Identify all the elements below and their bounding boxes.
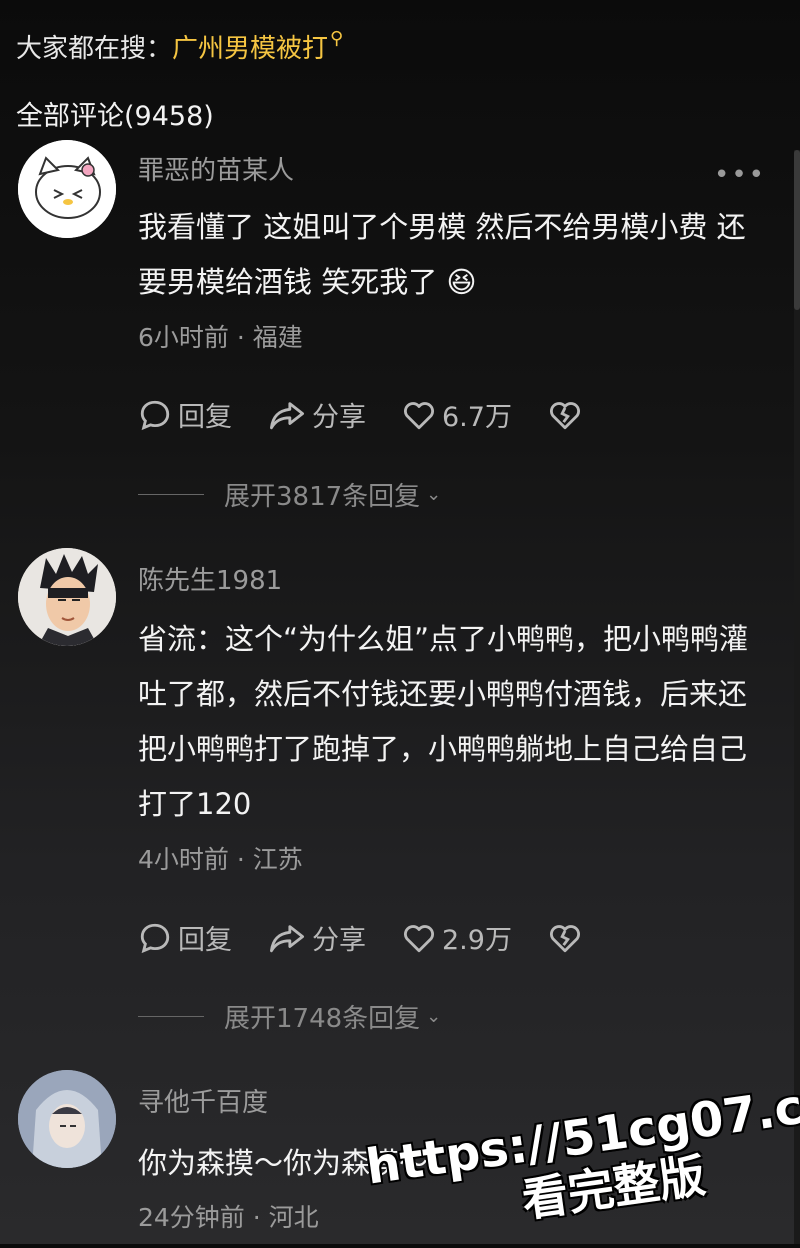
comment-bubble-icon — [140, 923, 170, 953]
comment-meta: 6小时前 · 福建 — [138, 323, 303, 352]
like-button[interactable]: 6.7万 — [402, 395, 512, 434]
heart-icon — [404, 401, 434, 429]
expand-replies-label: 展开3817条回复 — [224, 482, 421, 512]
search-icon[interactable]: ⚲ — [330, 28, 343, 49]
search-suggestion[interactable]: 大家都在搜：广州男模被打 ⚲ — [16, 28, 343, 65]
broken-heart-icon — [549, 401, 580, 429]
chevron-down-icon: ⌄ — [426, 1006, 442, 1027]
search-term-link[interactable]: 广州男模被打 — [172, 34, 328, 64]
avatar[interactable] — [18, 548, 116, 646]
comment-actions: 回复 分享 2.9万 — [138, 918, 624, 957]
reply-label: 回复 — [178, 925, 232, 956]
like-count: 2.9万 — [442, 925, 512, 956]
expand-replies-button[interactable]: 展开1748条回复 ⌄ — [138, 998, 441, 1035]
like-button[interactable]: 2.9万 — [402, 918, 512, 957]
reply-button[interactable]: 回复 — [138, 395, 232, 434]
comment-bubble-icon — [140, 400, 170, 430]
more-options-icon[interactable]: ••• — [714, 160, 766, 190]
scrollbar-thumb[interactable] — [794, 150, 800, 310]
comment-username[interactable]: 寻他千百度 — [138, 1082, 268, 1119]
divider — [138, 494, 204, 495]
share-arrow-icon — [269, 401, 304, 429]
reply-label: 回复 — [178, 402, 232, 433]
reply-button[interactable]: 回复 — [138, 918, 232, 957]
divider — [138, 1016, 204, 1017]
expand-replies-button[interactable]: 展开3817条回复 ⌄ — [138, 476, 441, 513]
comment-meta: 4小时前 · 江苏 — [138, 845, 303, 874]
comments-header: 全部评论(9458) — [16, 101, 214, 132]
share-arrow-icon — [269, 924, 304, 952]
search-prefix: 大家都在搜： — [16, 34, 173, 64]
chevron-down-icon: ⌄ — [426, 484, 442, 505]
watermark: https://51cg07.cc 看完整版 — [363, 1075, 800, 1248]
comment-text: 我看懂了 这姐叫了个男模 然后不给男模小费 还要男模给酒钱 笑死我了 😆 — [138, 210, 746, 299]
dislike-button[interactable] — [548, 921, 588, 955]
broken-heart-icon — [549, 924, 580, 952]
comment-text: 省流：这个“为什么姐”点了小鸭鸭，把小鸭鸭灌吐了都，然后不付钱还要小鸭鸭付酒钱，… — [138, 622, 749, 821]
share-label: 分享 — [312, 402, 366, 433]
share-button[interactable]: 分享 — [268, 395, 366, 434]
avatar[interactable] — [18, 140, 116, 238]
expand-replies-label: 展开1748条回复 — [224, 1004, 421, 1034]
comment-username[interactable]: 陈先生1981 — [138, 560, 282, 597]
avatar[interactable] — [18, 1070, 116, 1168]
comment-username[interactable]: 罪恶的苗某人 — [138, 150, 294, 187]
comment-actions: 回复 分享 6.7万 — [138, 395, 624, 434]
comment-meta: 24分钟前 · 河北 — [138, 1203, 319, 1232]
heart-icon — [404, 924, 434, 952]
dislike-button[interactable] — [548, 398, 588, 432]
like-count: 6.7万 — [442, 402, 512, 433]
share-button[interactable]: 分享 — [268, 918, 366, 957]
share-label: 分享 — [312, 925, 366, 956]
